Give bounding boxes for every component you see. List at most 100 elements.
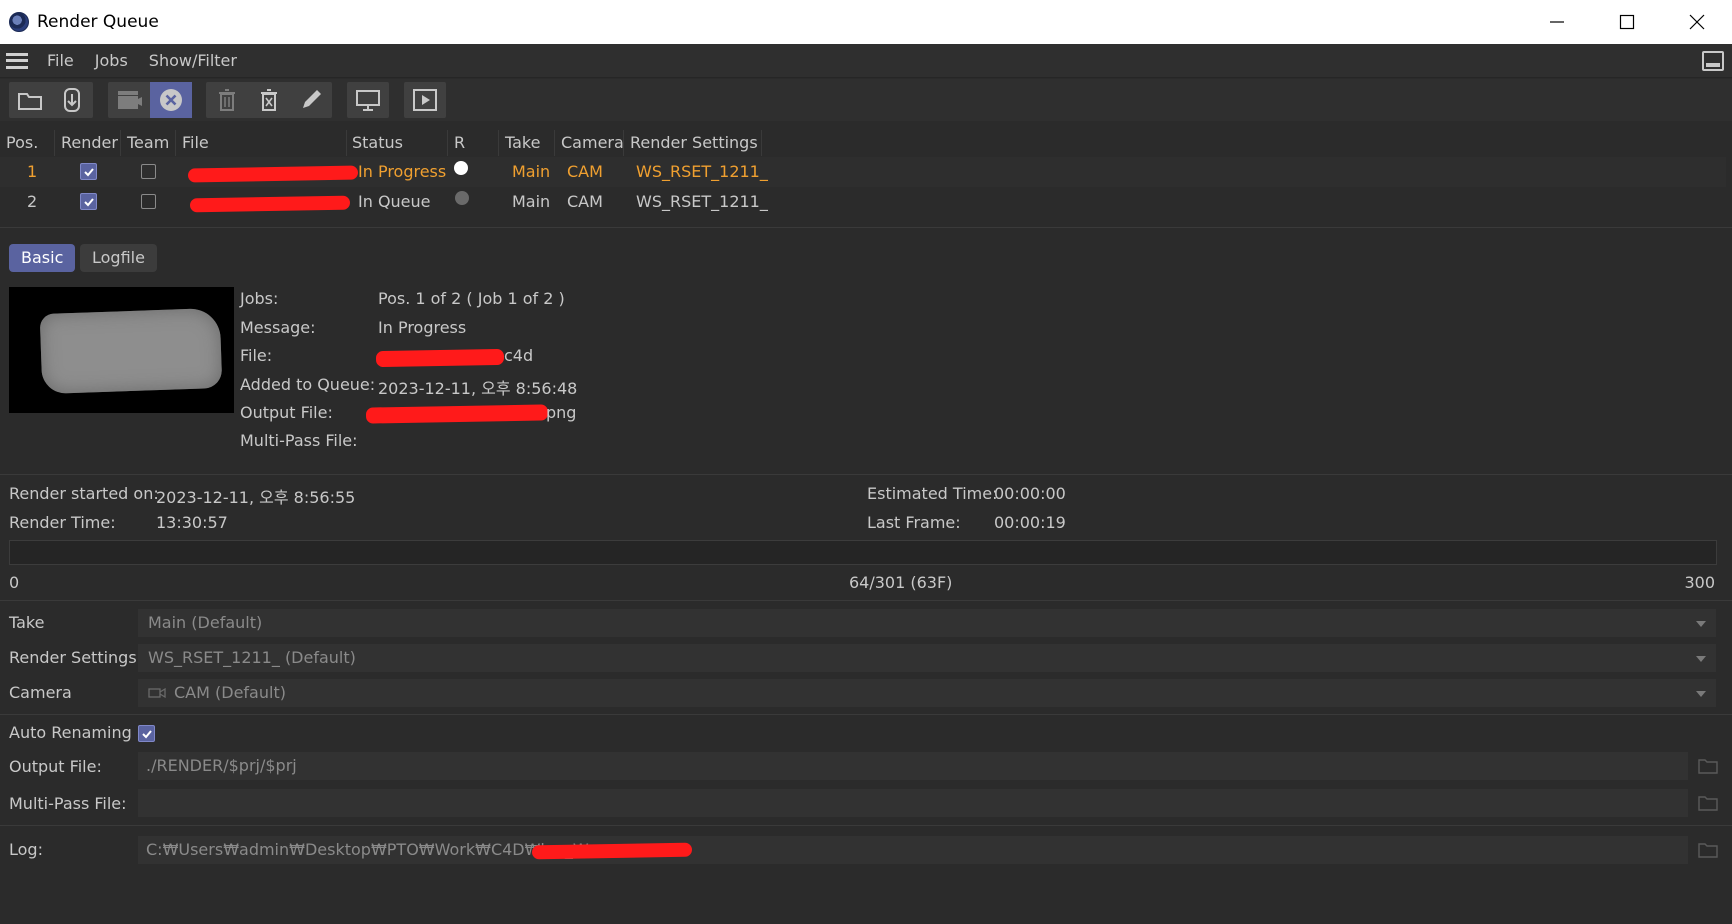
menu-show-filter[interactable]: Show/Filter bbox=[149, 51, 237, 70]
redacted-file-name bbox=[187, 165, 359, 183]
auto-renaming-checkbox[interactable] bbox=[138, 725, 155, 742]
render-checkbox[interactable] bbox=[80, 193, 97, 210]
output-file-label: Output File: bbox=[240, 403, 333, 422]
added-to-queue-value: 2023-12-11, 오후 8:56:48 bbox=[378, 379, 578, 398]
jobs-label: Jobs: bbox=[240, 289, 279, 308]
render-started-label: Render started on: bbox=[9, 484, 159, 503]
render-settings-value: WS_RSET_1211_ (Default) bbox=[148, 648, 356, 667]
last-frame-value: 00:00:19 bbox=[994, 513, 1066, 532]
table-row[interactable]: 1 In Progress Main CAM WS_RSET_1211_ bbox=[0, 157, 1726, 187]
trash-icon bbox=[219, 89, 235, 111]
start-render-button[interactable] bbox=[108, 82, 150, 118]
maximize-button[interactable] bbox=[1592, 0, 1662, 44]
row-render-settings: WS_RSET_1211_ bbox=[636, 162, 768, 181]
file-value-suffix: c4d bbox=[504, 346, 534, 365]
picture-viewer-button[interactable] bbox=[404, 82, 446, 118]
minimize-icon bbox=[1550, 21, 1564, 23]
redacted-output-path bbox=[365, 404, 549, 424]
chevron-down-icon bbox=[1696, 656, 1706, 662]
render-time-value: 13:30:57 bbox=[156, 513, 228, 532]
column-render[interactable]: Render bbox=[61, 133, 118, 152]
redacted-file-name bbox=[189, 195, 351, 213]
edit-icon bbox=[303, 90, 321, 108]
file-label: File: bbox=[240, 346, 273, 365]
multi-pass-file-input[interactable] bbox=[138, 789, 1688, 817]
stop-render-icon bbox=[160, 89, 182, 111]
remove-icon bbox=[261, 89, 277, 111]
import-button[interactable] bbox=[51, 82, 93, 118]
delete-button[interactable] bbox=[206, 82, 248, 118]
monitor-button[interactable] bbox=[347, 82, 389, 118]
column-pos[interactable]: Pos. bbox=[6, 133, 38, 152]
folder-icon[interactable] bbox=[1698, 795, 1718, 811]
tab-logfile[interactable]: Logfile bbox=[80, 244, 157, 272]
maximize-icon bbox=[1619, 14, 1635, 30]
added-to-queue-label: Added to Queue: bbox=[240, 375, 376, 394]
hamburger-menu-icon[interactable] bbox=[6, 52, 28, 69]
log-input-value: C:₩Users₩admin₩Desktop₩PTO₩Work₩C4D₩log_… bbox=[146, 840, 589, 859]
team-checkbox[interactable] bbox=[141, 164, 156, 179]
panel-layout-icon[interactable] bbox=[1702, 51, 1724, 71]
camera-dropdown[interactable]: CAM (Default) bbox=[138, 679, 1716, 707]
folder-icon[interactable] bbox=[1698, 758, 1718, 774]
play-icon bbox=[413, 89, 437, 111]
column-camera[interactable]: Camera bbox=[561, 133, 624, 152]
jobs-value: Pos. 1 of 2 ( Job 1 of 2 ) bbox=[378, 289, 565, 308]
checkmark-icon bbox=[83, 167, 94, 176]
folder-icon[interactable] bbox=[1698, 842, 1718, 858]
take-dropdown[interactable]: Main (Default) bbox=[138, 609, 1716, 637]
edit-button[interactable] bbox=[290, 82, 332, 118]
open-folder-icon bbox=[18, 93, 42, 110]
take-value: Main (Default) bbox=[148, 613, 263, 632]
message-value: In Progress bbox=[378, 318, 467, 337]
progress-current: 64/301 (63F) bbox=[849, 573, 953, 592]
toolbar-group-file bbox=[9, 82, 93, 118]
render-checkbox[interactable] bbox=[80, 163, 97, 180]
message-label: Message: bbox=[240, 318, 316, 337]
row-status: In Progress bbox=[358, 162, 447, 181]
render-settings-label: Render Settings bbox=[9, 648, 137, 667]
toolbar-group-render bbox=[108, 82, 192, 118]
column-r[interactable]: R bbox=[454, 133, 465, 152]
table-row[interactable]: 2 In Queue Main CAM WS_RSET_1211_ bbox=[0, 187, 1726, 217]
close-button[interactable] bbox=[1662, 0, 1732, 44]
redacted-file-path bbox=[375, 348, 505, 368]
chevron-down-icon bbox=[1696, 691, 1706, 697]
render-time-label: Render Time: bbox=[9, 513, 116, 532]
import-icon bbox=[64, 88, 80, 112]
column-status[interactable]: Status bbox=[352, 133, 403, 152]
menu-jobs[interactable]: Jobs bbox=[95, 51, 128, 70]
menu-file[interactable]: File bbox=[47, 51, 74, 70]
output-file-input-value: ./RENDER/$prj/$prj bbox=[146, 756, 297, 775]
row-status: In Queue bbox=[358, 192, 431, 211]
toolbar-group-picture bbox=[404, 82, 446, 118]
output-file-input[interactable]: ./RENDER/$prj/$prj bbox=[138, 752, 1688, 780]
render-settings-dropdown[interactable]: WS_RSET_1211_ (Default) bbox=[138, 644, 1716, 672]
minimize-button[interactable] bbox=[1522, 0, 1592, 44]
tab-basic[interactable]: Basic bbox=[9, 244, 76, 272]
team-checkbox[interactable] bbox=[141, 194, 156, 209]
checkmark-icon bbox=[83, 197, 94, 206]
stop-render-button[interactable] bbox=[150, 82, 192, 118]
output-file-value-suffix: png bbox=[546, 403, 577, 422]
status-dot-icon bbox=[454, 161, 468, 175]
estimated-time-value: 00:00:00 bbox=[994, 484, 1066, 503]
toolbar-group-view bbox=[347, 82, 389, 118]
job-table-header: Pos. Render Team File Status R Take Came… bbox=[0, 130, 762, 156]
remove-button[interactable] bbox=[248, 82, 290, 118]
estimated-time-label: Estimated Time: bbox=[867, 484, 998, 503]
row-pos: 1 bbox=[27, 162, 38, 181]
progress-end: 300 bbox=[1684, 573, 1715, 592]
column-file[interactable]: File bbox=[182, 133, 209, 152]
progress-start: 0 bbox=[9, 573, 20, 592]
toolbar bbox=[0, 79, 1732, 121]
camera-label: Camera bbox=[9, 683, 72, 702]
log-input[interactable]: C:₩Users₩admin₩Desktop₩PTO₩Work₩C4D₩log_… bbox=[138, 836, 1688, 864]
checkmark-icon bbox=[141, 729, 152, 738]
column-take[interactable]: Take bbox=[505, 133, 540, 152]
toolbar-group-edit bbox=[206, 82, 332, 118]
render-progress-bar bbox=[9, 540, 1717, 565]
column-render-settings[interactable]: Render Settings bbox=[630, 133, 758, 152]
column-team[interactable]: Team bbox=[127, 133, 169, 152]
open-folder-button[interactable] bbox=[9, 82, 51, 118]
